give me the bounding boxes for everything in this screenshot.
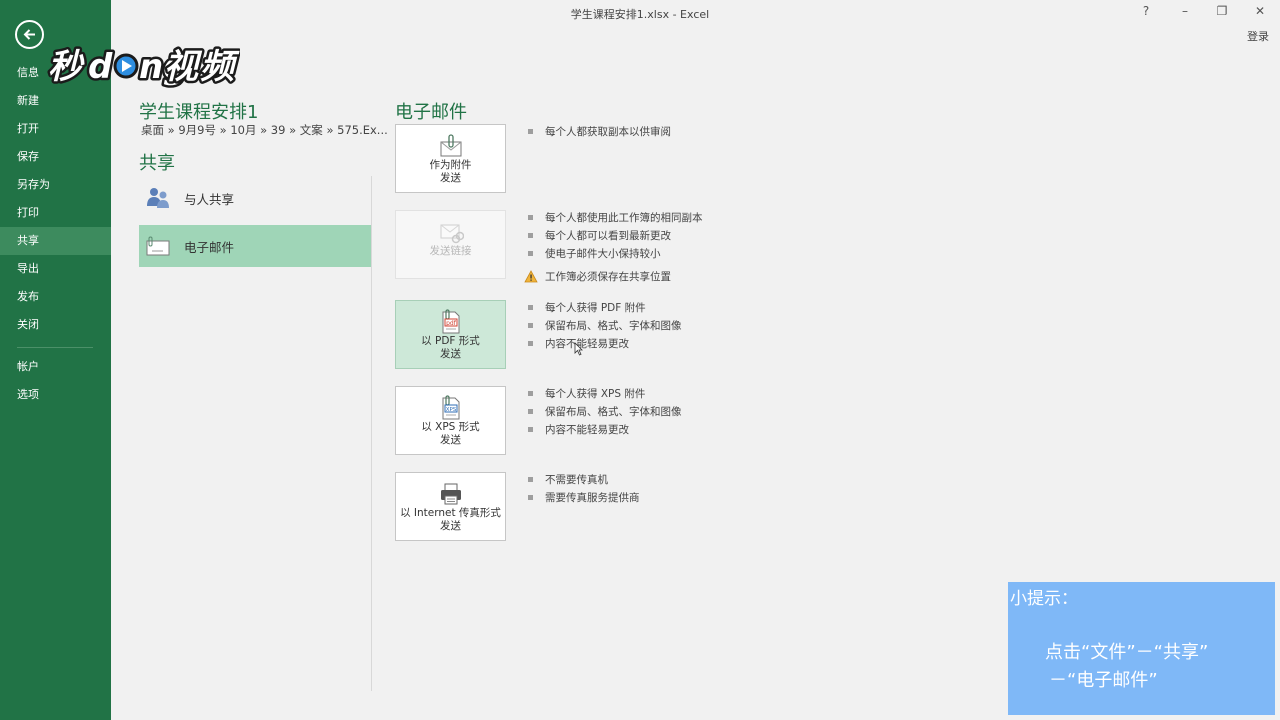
- bullet-item: 每个人获得 PDF 附件: [528, 300, 646, 315]
- sign-in-link[interactable]: 登录: [1247, 28, 1269, 44]
- bullet-item: 每个人都获取副本以供审阅: [528, 124, 671, 139]
- bullet-item: 使电子邮件大小保持较小: [528, 246, 661, 261]
- close-button[interactable]: ✕: [1250, 4, 1270, 18]
- option-label: 以 PDF 形式: [421, 335, 480, 347]
- bullet-item: 每个人都使用此工作簿的相同副本: [528, 210, 703, 225]
- option-label: 作为附件: [429, 159, 472, 171]
- nav-account[interactable]: 帐户: [0, 353, 111, 381]
- help-button[interactable]: ?: [1136, 4, 1156, 18]
- nav-new[interactable]: 新建: [0, 87, 111, 115]
- svg-text:pdf: pdf: [446, 320, 457, 327]
- send-as-attachment-button[interactable]: 作为附件 发送: [395, 124, 506, 193]
- bullet-item: 每个人都可以看到最新更改: [528, 228, 671, 243]
- option-label: 以 XPS 形式: [421, 421, 480, 433]
- tip-line: －“电子邮件”: [1049, 670, 1158, 691]
- nav-options[interactable]: 选项: [0, 381, 111, 409]
- pane-divider: [371, 176, 372, 691]
- attachment-icon: [396, 133, 505, 159]
- document-path: 桌面 » 9月9号 » 10月 » 39 » 文案 » 575.Ex...: [141, 123, 388, 137]
- svg-text:XPS: XPS: [445, 407, 456, 413]
- option-label: 发送: [440, 434, 461, 446]
- backstage-sidebar: 信息 新建 打开 保存 另存为 打印 共享 导出 发布 关闭 帐户 选项: [0, 0, 111, 720]
- xps-icon: XPS: [396, 395, 505, 421]
- bullet-item: 每个人获得 XPS 附件: [528, 386, 645, 401]
- nav-divider: [17, 347, 93, 348]
- tip-line: 点击“文件”－“共享”: [1045, 642, 1209, 663]
- option-label: 发送: [440, 172, 461, 184]
- option-label: 发送: [440, 348, 461, 360]
- warning-icon: [524, 268, 538, 287]
- send-link-button[interactable]: 发送链接: [395, 210, 506, 279]
- share-heading: 共享: [139, 153, 175, 174]
- warning-text: 工作簿必须保存在共享位置: [545, 271, 671, 283]
- svg-text:秒: 秒: [48, 47, 85, 87]
- nav-export[interactable]: 导出: [0, 255, 111, 283]
- email-item[interactable]: 电子邮件: [139, 225, 371, 267]
- option-label: 以 Internet 传真形式: [400, 507, 501, 519]
- fax-icon: [396, 481, 505, 507]
- people-icon: [145, 186, 171, 214]
- nav-save-as[interactable]: 另存为: [0, 171, 111, 199]
- bullet-item: 保留布局、格式、字体和图像: [528, 318, 682, 333]
- nav-open[interactable]: 打开: [0, 115, 111, 143]
- bullet-item: 保留布局、格式、字体和图像: [528, 404, 682, 419]
- nav-close[interactable]: 关闭: [0, 311, 111, 339]
- document-title: 学生课程安排1: [139, 102, 259, 123]
- share-with-people-item[interactable]: 与人共享: [139, 177, 371, 219]
- bullet-item: 内容不能轻易更改: [528, 422, 629, 437]
- share-item-label: 与人共享: [184, 192, 235, 207]
- minimize-button[interactable]: –: [1175, 4, 1195, 18]
- link-icon: [396, 219, 505, 245]
- tip-title: 小提示：: [1010, 589, 1078, 609]
- pdf-icon: pdf: [396, 309, 505, 335]
- email-heading: 电子邮件: [395, 102, 467, 123]
- svg-text:频: 频: [200, 47, 240, 87]
- nav-share[interactable]: 共享: [0, 227, 111, 255]
- send-as-pdf-button[interactable]: pdf 以 PDF 形式 发送: [395, 300, 506, 369]
- svg-text:d: d: [88, 47, 113, 87]
- watermark-logo: 秒 d ng 视 频: [44, 40, 243, 90]
- send-as-xps-button[interactable]: XPS 以 XPS 形式 发送: [395, 386, 506, 455]
- option-label: 发送: [440, 520, 461, 532]
- mouse-cursor-icon: [574, 341, 583, 360]
- share-item-label: 电子邮件: [184, 240, 235, 255]
- nav-publish[interactable]: 发布: [0, 283, 111, 311]
- nav-print[interactable]: 打印: [0, 199, 111, 227]
- restore-button[interactable]: ❐: [1212, 4, 1232, 18]
- back-button[interactable]: [15, 20, 44, 49]
- bullet-item: 不需要传真机: [528, 472, 608, 487]
- tip-box: 小提示： 点击“文件”－“共享” －“电子邮件”: [1008, 582, 1275, 715]
- send-as-internet-fax-button[interactable]: 以 Internet 传真形式 发送: [395, 472, 506, 541]
- arrow-left-icon: [23, 29, 35, 40]
- option-label: 发送链接: [429, 245, 472, 257]
- nav-save[interactable]: 保存: [0, 143, 111, 171]
- window-title: 学生课程安排1.xlsx - Excel: [570, 8, 710, 21]
- email-icon: [145, 234, 171, 262]
- bullet-item: 需要传真服务提供商: [528, 490, 640, 505]
- svg-text:视: 视: [164, 47, 203, 87]
